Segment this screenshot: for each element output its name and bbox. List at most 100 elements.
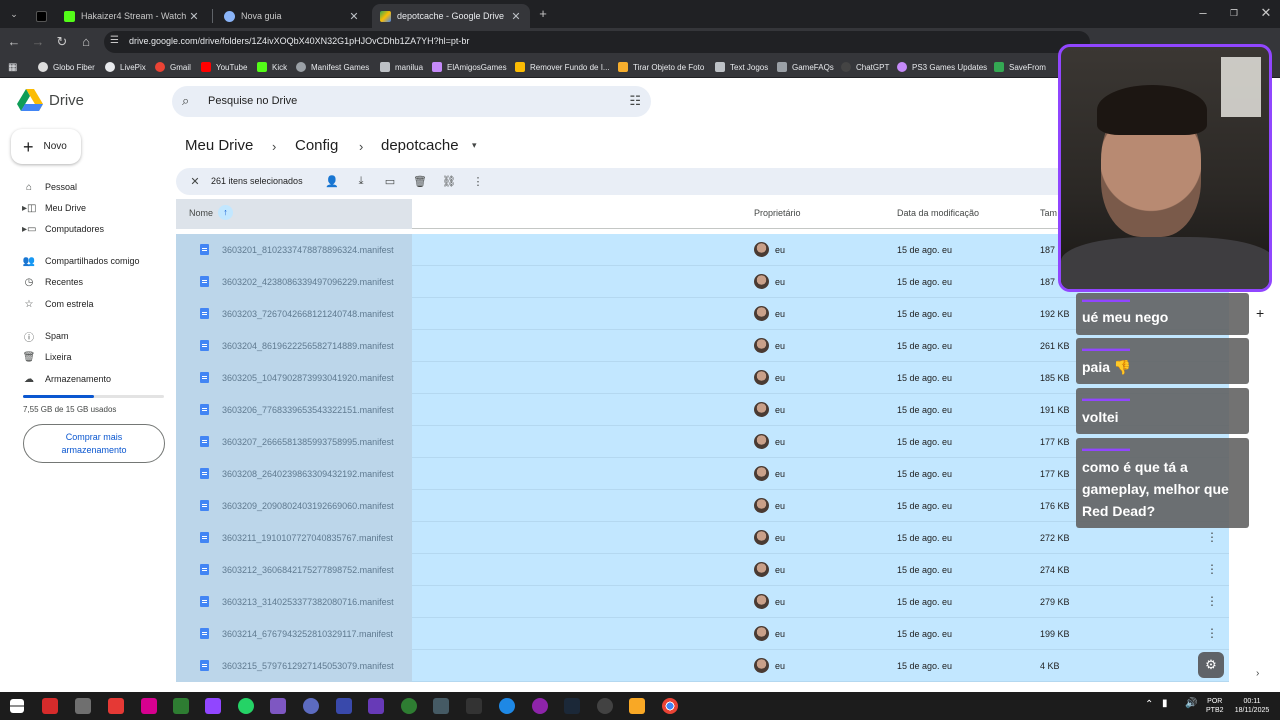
- chevron-down-icon[interactable]: ▾: [472, 140, 477, 151]
- download-icon[interactable]: ⤓: [354, 175, 368, 188]
- language-indicator[interactable]: POR PTB2: [1206, 697, 1224, 715]
- app-icon[interactable]: [270, 698, 286, 714]
- buy-storage-button[interactable]: Comprar mais armazenamento: [23, 424, 165, 463]
- volume-icon[interactable]: 🔊: [1185, 698, 1197, 709]
- table-row[interactable]: 3603207_2666581385993758995.manifest eu 15…: [176, 426, 1229, 458]
- close-tab-icon[interactable]: ✕: [188, 10, 200, 23]
- sidebar-item-compartilhados[interactable]: 👥 Compartilhados comigo: [22, 252, 140, 270]
- table-row[interactable]: 3603213_3140253377382080716.manifest eu 15…: [176, 586, 1229, 618]
- app-icon[interactable]: [532, 698, 548, 714]
- app-icon[interactable]: [597, 698, 613, 714]
- twitch-icon[interactable]: [205, 698, 221, 714]
- file-name[interactable]: 3603204_8619622256582714889.manifest: [222, 341, 394, 351]
- whatsapp-icon[interactable]: [238, 698, 254, 714]
- bookmark-kick[interactable]: Kick: [257, 60, 287, 74]
- bookmark-savefrom[interactable]: SaveFrom: [994, 60, 1046, 74]
- move-icon[interactable]: ▭: [383, 175, 397, 188]
- search-options-icon[interactable]: ☷: [629, 93, 641, 109]
- bookmark-manifest-games[interactable]: Manifest Games: [296, 60, 369, 74]
- folder-icon[interactable]: [629, 698, 645, 714]
- bookmark-gamefaqs[interactable]: GameFAQs: [777, 60, 834, 74]
- table-row[interactable]: 3603206_7768339653543322151.manifest eu 15…: [176, 394, 1229, 426]
- sidebar-item-meu-drive[interactable]: ▸◫ Meu Drive: [22, 199, 86, 217]
- bookmark-ps3-updates[interactable]: PS3 Games Updates: [897, 60, 987, 74]
- tab-pinned[interactable]: [28, 4, 52, 28]
- table-row[interactable]: 3603208_2640239863309432192.manifest eu 15…: [176, 458, 1229, 490]
- app-icon[interactable]: [336, 698, 352, 714]
- bookmark-manilua[interactable]: manilua: [380, 60, 423, 74]
- table-row[interactable]: 3603205_1047902873993041920.manifest eu 15…: [176, 362, 1229, 394]
- more-options-icon[interactable]: ⋮: [1206, 626, 1218, 640]
- file-name[interactable]: 3603213_3140253377382080716.manifest: [222, 597, 394, 607]
- breadcrumb-meu-drive[interactable]: Meu Drive: [185, 137, 253, 154]
- file-name[interactable]: 3603211_1910107727040835767.manifest: [222, 533, 393, 543]
- search-bar[interactable]: ⌕ Pesquise no Drive ☷: [172, 86, 651, 117]
- app-icon[interactable]: [433, 698, 449, 714]
- more-actions-icon[interactable]: ⋮: [471, 175, 485, 188]
- chevron-right-icon[interactable]: ›: [1256, 668, 1259, 679]
- new-button[interactable]: + Novo: [11, 129, 81, 164]
- tab-hakaizer-stream[interactable]: Hakaizer4 Stream - Watch Live ✕: [56, 4, 208, 28]
- column-header-name[interactable]: Nome: [189, 208, 213, 218]
- column-header-owner[interactable]: Proprietário: [754, 208, 801, 218]
- bookmark-text-jogos[interactable]: Text Jogos: [715, 60, 768, 74]
- column-header-size[interactable]: Tam: [1040, 208, 1057, 218]
- file-name[interactable]: 3603206_7768339653543322151.manifest: [222, 405, 394, 415]
- close-window-button[interactable]: ✕: [1258, 5, 1274, 21]
- delete-icon[interactable]: 🗑: [413, 175, 427, 188]
- app-icon[interactable]: [141, 698, 157, 714]
- chrome-icon[interactable]: [662, 698, 678, 714]
- file-name[interactable]: 3603212_3606842175277898752.manifest: [222, 565, 394, 575]
- app-icon[interactable]: [173, 698, 189, 714]
- app-icon[interactable]: [499, 698, 515, 714]
- tab-depotcache[interactable]: depotcache - Google Drive ✕: [372, 4, 530, 28]
- app-icon[interactable]: [42, 698, 58, 714]
- table-row[interactable]: 3603203_7267042668121240748.manifest eu 15…: [176, 298, 1229, 330]
- file-name[interactable]: 3603214_6767943252810329117.manifest: [222, 629, 393, 639]
- bookmark-gmail[interactable]: Gmail: [155, 60, 191, 74]
- more-options-icon[interactable]: ⋮: [1206, 530, 1218, 544]
- file-name[interactable]: 3603209_2090802403192669060.manifest: [222, 501, 394, 511]
- app-icon[interactable]: [75, 698, 91, 714]
- sidebar-item-armazenamento[interactable]: ☁ Armazenamento: [22, 370, 111, 388]
- windows-start-icon[interactable]: [10, 699, 24, 713]
- table-row[interactable]: 3603209_2090802403192669060.manifest eu 15…: [176, 490, 1229, 522]
- steam-icon[interactable]: ⚙: [1198, 652, 1224, 678]
- add-icon[interactable]: +: [1256, 305, 1264, 321]
- network-icon[interactable]: ▮: [1162, 698, 1168, 709]
- table-row[interactable]: 3603204_8619622256582714889.manifest eu 15…: [176, 330, 1229, 362]
- close-tab-icon[interactable]: ✕: [510, 10, 522, 23]
- new-tab-button[interactable]: +: [535, 6, 551, 22]
- file-name[interactable]: 3603215_5797612927145053079.manifest: [222, 661, 394, 671]
- file-name[interactable]: 3603207_2666581385993758995.manifest: [222, 437, 394, 447]
- address-bar[interactable]: ☰ drive.google.com/drive/folders/1Z4ivXO…: [104, 31, 1090, 53]
- link-icon[interactable]: ⛓: [442, 175, 456, 188]
- home-icon[interactable]: ⌂: [78, 34, 94, 50]
- table-row[interactable]: 3603214_6767943252810329117.manifest eu 15…: [176, 618, 1229, 650]
- table-row[interactable]: 3603215_5797612927145053079.manifest eu 15…: [176, 650, 1229, 682]
- column-header-modified[interactable]: Data da modificação: [897, 208, 979, 218]
- bookmark-youtube[interactable]: YouTube: [201, 60, 247, 74]
- file-name[interactable]: 3603201_8102337478878896324.manifest: [222, 245, 394, 255]
- file-name[interactable]: 3603208_2640239863309432192.manifest: [222, 469, 394, 479]
- bookmark-remover-fundo[interactable]: Remover Fundo de I...: [515, 60, 610, 74]
- breadcrumb-config[interactable]: Config: [295, 137, 338, 154]
- site-info-icon[interactable]: ☰: [110, 35, 119, 46]
- apps-grid-icon[interactable]: ▦: [8, 60, 17, 74]
- sidebar-item-lixeira[interactable]: 🗑 Lixeira: [22, 348, 72, 366]
- search-input[interactable]: Pesquise no Drive: [208, 95, 297, 107]
- app-icon[interactable]: [401, 698, 417, 714]
- table-row[interactable]: 3603211_1910107727040835767.manifest eu 15…: [176, 522, 1229, 554]
- file-name[interactable]: 3603203_7267042668121240748.manifest: [222, 309, 394, 319]
- bookmark-tirar-objeto[interactable]: Tirar Objeto de Foto: [618, 60, 704, 74]
- breadcrumb-depotcache[interactable]: depotcache: [381, 137, 459, 154]
- clock[interactable]: 00:11 18/11/2025: [1232, 697, 1272, 715]
- bookmark-chatgpt[interactable]: ChatGPT: [841, 60, 889, 74]
- more-options-icon[interactable]: ⋮: [1206, 594, 1218, 608]
- more-options-icon[interactable]: ⋮: [1206, 562, 1218, 576]
- sidebar-item-pessoal[interactable]: ⌂ Pessoal: [22, 178, 77, 196]
- steam-taskbar-icon[interactable]: [564, 698, 580, 714]
- restore-button[interactable]: ❐: [1226, 5, 1242, 21]
- table-row[interactable]: 3603212_3606842175277898752.manifest eu 15…: [176, 554, 1229, 586]
- sort-arrow-icon[interactable]: ↑: [218, 205, 233, 220]
